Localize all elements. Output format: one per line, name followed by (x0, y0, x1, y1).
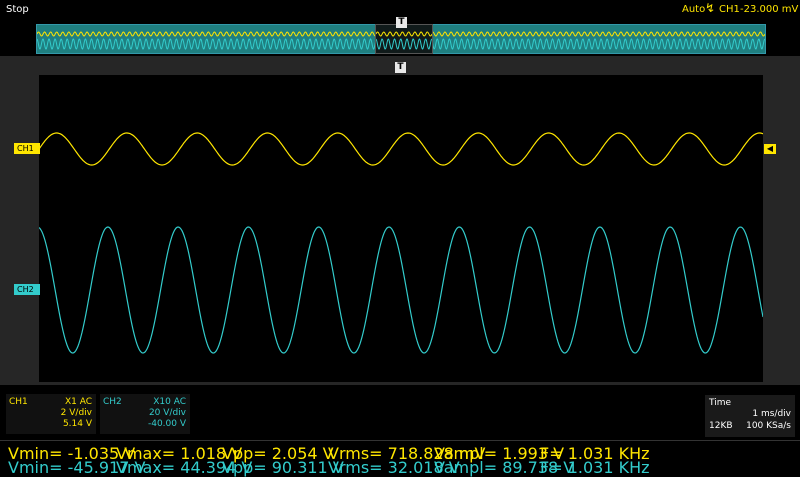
ch1-measurement-row: Vmin= -1.035 V Vmax= 1.018 V Vpp= 2.054 … (0, 442, 800, 463)
time-label: Time (709, 398, 732, 408)
trigger-position-marker[interactable]: T (395, 62, 406, 73)
ch2-frequency: F= 1.031 KHz (540, 458, 650, 477)
time-per-div: 1 ms/div (752, 409, 791, 419)
waveform-display[interactable] (38, 75, 764, 382)
ch2-volts-per-div: 20 V/div (148, 408, 186, 418)
timebase-info-box[interactable]: Time 1 ms/div 12KB 100 KSa/s (705, 395, 795, 437)
trigger-edge-icon: ↯ (705, 1, 716, 15)
ch1-ground-marker[interactable]: CH1 (14, 143, 40, 154)
memory-depth: 12KB (709, 421, 733, 431)
run-stop-status[interactable]: Stop (6, 4, 29, 15)
ch1-waveform (38, 132, 764, 166)
measurement-divider (0, 440, 800, 441)
ch1-info-box[interactable]: CH1 X1 AC 2 V/div 5.14 V (6, 394, 96, 434)
trigger-mode[interactable]: Auto (682, 4, 705, 15)
ch1-probe-coupling: X1 AC (64, 397, 92, 407)
ch2-measurement-row: Vmin= -45.917 V Vmax= 44.394 V Vpp= 90.3… (0, 456, 800, 477)
ch2-waveform (38, 226, 764, 354)
ch1-volts-per-div: 2 V/div (60, 408, 92, 418)
trigger-source[interactable]: CH1 (719, 4, 740, 15)
sample-rate: 100 KSa/s (746, 421, 791, 431)
trigger-level-marker[interactable]: ◀ (764, 144, 776, 154)
ch1-name: CH1 (9, 397, 28, 407)
waveform-plot (38, 132, 764, 354)
ch2-ground-marker[interactable]: CH2 (14, 284, 40, 295)
overview-view-window[interactable] (375, 24, 433, 54)
ch2-probe-coupling: X10 AC (153, 397, 186, 407)
ch1-offset: 5.14 V (62, 419, 92, 429)
ch2-name: CH2 (103, 397, 122, 407)
trigger-level[interactable]: -23.000 mV (740, 4, 798, 15)
ch2-vpp: Vpp= 90.311 V (222, 458, 344, 477)
ch2-offset: -40.00 V (147, 419, 186, 429)
ch2-info-box[interactable]: CH2 X10 AC 20 V/div -40.00 V (100, 394, 190, 434)
overview-trigger-marker[interactable]: T (396, 17, 407, 28)
